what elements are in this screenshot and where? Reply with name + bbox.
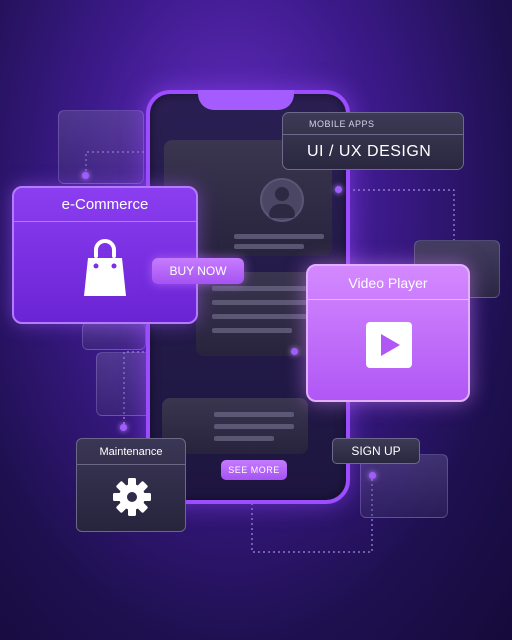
shopping-bag-icon — [84, 239, 126, 296]
maintenance-card[interactable]: Maintenance — [76, 438, 186, 532]
play-icon — [381, 334, 400, 356]
video-player-card[interactable]: Video Player — [306, 264, 470, 402]
avatar — [260, 178, 304, 222]
text-line — [214, 436, 274, 441]
see-more-button[interactable]: SEE MORE — [221, 460, 287, 480]
ghost-panel-top-left — [58, 110, 144, 184]
ecommerce-title: e-Commerce — [14, 188, 196, 222]
video-player-title: Video Player — [308, 266, 468, 300]
uiux-title: UI / UX DESIGN — [307, 143, 432, 160]
play-button[interactable] — [366, 322, 412, 368]
text-line — [214, 412, 294, 417]
text-line — [212, 300, 318, 305]
text-line — [214, 424, 294, 429]
uiux-subtitle: MOBILE APPS — [283, 113, 463, 135]
uiux-design-card[interactable]: MOBILE APPS UI / UX DESIGN — [282, 112, 464, 170]
text-line — [212, 314, 318, 319]
connector-dot — [335, 186, 342, 193]
text-line — [212, 286, 318, 291]
maintenance-title: Maintenance — [77, 439, 185, 465]
avatar-head-icon — [275, 187, 289, 201]
text-line — [234, 244, 304, 249]
ghost-panel-left — [82, 322, 146, 350]
avatar-body-icon — [269, 204, 295, 218]
connector-dot — [291, 348, 298, 355]
text-line — [234, 234, 324, 239]
text-line — [212, 328, 292, 333]
phone-notch — [198, 90, 294, 110]
connector-dot — [82, 172, 89, 179]
buy-now-button[interactable]: BUY NOW — [152, 258, 244, 284]
ecommerce-card[interactable]: e-Commerce — [12, 186, 198, 324]
connector-dot — [120, 424, 127, 431]
connector-dot — [369, 472, 376, 479]
gear-icon — [113, 478, 151, 516]
sign-up-button[interactable]: SIGN UP — [332, 438, 420, 464]
